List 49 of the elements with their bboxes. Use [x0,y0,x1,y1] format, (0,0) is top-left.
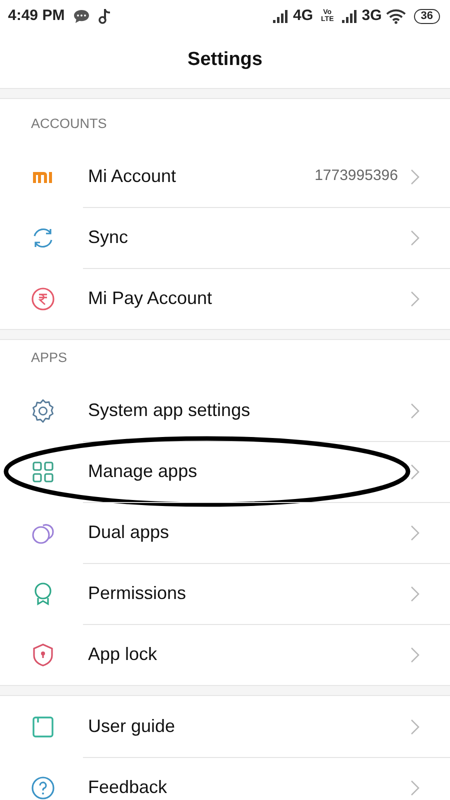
row-label: Feedback [88,776,168,799]
settings-row[interactable]: Mi Account 1773995396 [0,146,450,207]
row-label: Dual apps [88,521,170,544]
chevron-icon [410,230,420,246]
chevron-icon [410,402,420,418]
settings-row[interactable]: Dual apps [0,502,450,563]
chevron-icon [410,646,420,662]
row-label: Mi Account [88,165,178,188]
message-icon [72,8,90,24]
row-label: User guide [88,715,176,738]
chevron-icon [410,586,420,602]
row-label: Mi Pay Account [88,287,214,310]
network-type: 4G [293,6,314,26]
row-label: Manage apps [88,460,198,483]
row-label: Sync [88,226,130,249]
network-type: 3G [362,6,382,26]
chevron-icon [410,290,420,306]
status-time: 4:49 PM [8,6,65,26]
rupee-icon [30,286,56,312]
music-note-icon [98,8,111,24]
help-icon [30,774,56,800]
settings-row[interactable]: Permissions [0,563,450,624]
settings-row[interactable]: Manage apps [0,441,450,502]
settings-row[interactable]: Sync [0,207,450,268]
settings-row[interactable]: Mi Pay Account [0,268,450,329]
chevron-icon [410,464,420,480]
gear-icon [30,398,56,424]
chevron-icon [410,780,420,796]
settings-row[interactable]: User guide [0,696,450,757]
section-header: APPS [30,348,68,367]
section-header: ACCOUNTS [30,114,108,133]
settings-row[interactable]: App lock [0,624,450,685]
settings-row[interactable]: Feedback [0,757,450,800]
chevron-icon [410,524,420,540]
row-label: System app settings [88,399,252,422]
signal-icon [342,10,358,22]
wifi-icon [386,8,406,24]
chevron-icon [410,718,420,734]
row-value: 1773995396 [314,166,398,186]
grid-icon [30,458,56,484]
page-title: Settings [186,48,264,72]
row-label: App lock [88,643,158,666]
shield-icon [30,642,56,668]
signal-icon [273,10,290,22]
settings-row[interactable]: System app settings [0,380,450,441]
chevron-icon [410,168,420,184]
row-label: Permissions [88,582,188,605]
book-icon [30,714,56,740]
battery-level: 36 [414,8,440,24]
